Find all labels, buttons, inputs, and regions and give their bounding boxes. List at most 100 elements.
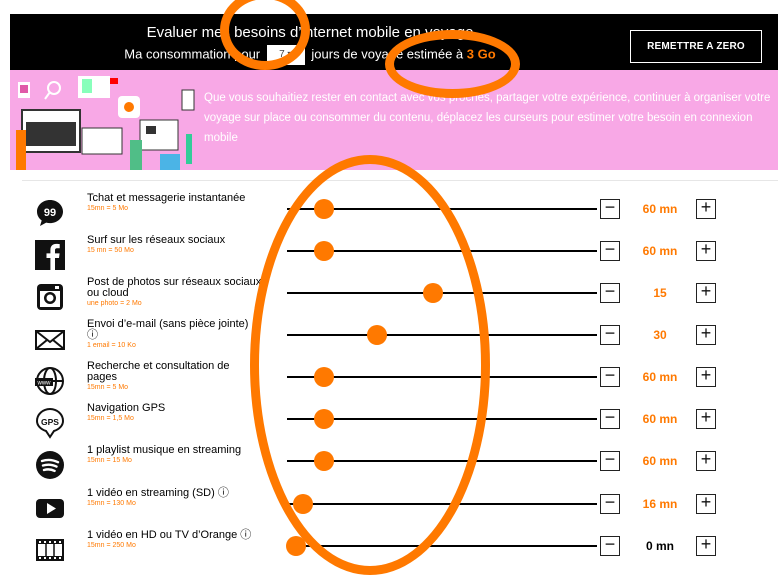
intro-text: Que vous souhaitiez rester en contact av…: [204, 92, 771, 144]
activity-title: Tchat et messagerie instantanée: [87, 192, 246, 204]
usage-slider-handle[interactable]: [314, 241, 335, 261]
activity-rate: 15mn = 1,5 Mo: [87, 415, 134, 422]
decrease-button[interactable]: −: [600, 450, 620, 471]
increase-button[interactable]: +: [696, 198, 716, 219]
activity-title: 1 vidéo en HD ou TV d’Orange ⓘ: [87, 529, 252, 541]
usage-slider-handle[interactable]: [314, 367, 335, 387]
activity-rate: une photo = 2 Mo: [87, 300, 142, 307]
activity-row: 1 playlist musique en streaming 15mn = 15…: [22, 441, 778, 481]
gps-icon: GPS: [34, 407, 66, 439]
usage-value: 15: [653, 286, 667, 300]
usage-slider-track[interactable]: [287, 545, 597, 547]
days-value: 7: [279, 49, 285, 60]
activity-label: Post de photos sur réseaux sociaux ou cl…: [87, 277, 262, 308]
decrease-button[interactable]: −: [600, 240, 620, 261]
activity-row: Envoi d’e-mail (sans pièce jointe) ⓘ 1 em…: [22, 315, 778, 355]
decrease-button[interactable]: −: [600, 493, 620, 514]
spotify-icon: [34, 449, 66, 481]
activity-title: 1 playlist musique en streaming: [87, 444, 242, 456]
activity-label: Recherche et consultation de pages 15mn =…: [87, 361, 262, 392]
devices-illustration: [16, 76, 195, 170]
usage-slider-handle[interactable]: [314, 199, 335, 219]
activity-list: 99 Tchat et messagerie instantanée 15mn = …: [22, 180, 778, 578]
activity-label: Envoi d’e-mail (sans pièce jointe) ⓘ 1 em…: [87, 319, 262, 350]
activity-rate: 15mn = 5 Mo: [87, 205, 129, 212]
decrease-button[interactable]: −: [600, 324, 620, 345]
facebook-icon: [34, 239, 66, 271]
increase-button[interactable]: +: [696, 240, 716, 261]
summary-prefix: Ma consommation pour: [124, 46, 261, 62]
activity-title: Envoi d’e-mail (sans pièce jointe) ⓘ: [87, 318, 249, 341]
activity-rate: 15mn = 5 Mo: [87, 384, 129, 391]
usage-value: 60 mn: [642, 370, 678, 384]
activity-rate: 15 mn = 50 Mo: [87, 247, 134, 254]
activity-row: Surf sur les réseaux sociaux 15 mn = 50 M…: [22, 231, 778, 271]
svg-text:www: www: [37, 381, 52, 387]
youtube-play-icon: [34, 492, 66, 524]
increase-button[interactable]: +: [696, 282, 716, 303]
calculator-header: Evaluer mes besoins d’internet mobile en…: [10, 14, 778, 70]
days-select[interactable]: 7 ▾: [266, 45, 305, 65]
activity-label: 1 vidéo en streaming (SD) ⓘ 15mn = 130 Mo: [87, 488, 262, 508]
usage-slider-handle[interactable]: [366, 325, 387, 345]
increase-button[interactable]: +: [696, 408, 716, 429]
usage-slider-handle[interactable]: [292, 494, 313, 514]
usage-slider-handle[interactable]: [314, 409, 335, 429]
activity-row: Post de photos sur réseaux sociaux ou cl…: [22, 273, 778, 313]
activity-label: 1 vidéo en HD ou TV d’Orange ⓘ 15mn = 250…: [87, 530, 262, 550]
usage-slider-track[interactable]: [287, 334, 597, 336]
activity-title: Navigation GPS: [87, 402, 166, 414]
usage-value: 30: [653, 328, 667, 342]
film-icon: [34, 534, 66, 566]
decrease-button[interactable]: −: [600, 198, 620, 219]
usage-value: 16 mn: [642, 497, 678, 511]
activity-row: GPS Navigation GPS 15mn = 1,5 Mo − 60 mn +: [22, 399, 778, 439]
total-estimate: 3 Go: [466, 46, 496, 62]
decrease-button[interactable]: −: [600, 535, 620, 556]
activity-row: 1 vidéo en streaming (SD) ⓘ 15mn = 130 Mo…: [22, 484, 778, 524]
activity-rate: 15mn = 250 Mo: [87, 542, 136, 549]
activity-row: www Recherche et consultation de pages 15m…: [22, 357, 778, 397]
activity-title: Surf sur les réseaux sociaux: [87, 234, 226, 246]
activity-label: Tchat et messagerie instantanée 15mn = 5 …: [87, 193, 262, 213]
increase-button[interactable]: +: [696, 535, 716, 556]
activity-row: 1 vidéo en HD ou TV d’Orange ⓘ 15mn = 250…: [22, 526, 778, 566]
activity-label: 1 playlist musique en streaming 15mn = 15…: [87, 445, 262, 465]
activity-label: Surf sur les réseaux sociaux 15 mn = 50 M…: [87, 235, 262, 255]
activity-rate: 15mn = 130 Mo: [87, 500, 136, 507]
envelope-icon: [34, 323, 66, 355]
reset-button[interactable]: REMETTRE A ZERO: [630, 30, 762, 63]
activity-row: 99 Tchat et messagerie instantanée 15mn = …: [22, 189, 778, 229]
consumption-summary: Ma consommation pour 7 ▾ jours de voyage…: [10, 45, 610, 65]
svg-text:99: 99: [44, 207, 56, 219]
decrease-button[interactable]: −: [600, 366, 620, 387]
increase-button[interactable]: +: [696, 493, 716, 514]
increase-button[interactable]: +: [696, 366, 716, 387]
activity-title: Post de photos sur réseaux sociaux ou cl…: [87, 276, 262, 299]
svg-text:GPS: GPS: [41, 417, 59, 427]
usage-value: 0 mn: [645, 539, 674, 553]
activity-rate: 15mn = 15 Mo: [87, 457, 132, 464]
decrease-button[interactable]: −: [600, 408, 620, 429]
usage-value: 60 mn: [642, 202, 678, 216]
increase-button[interactable]: +: [696, 450, 716, 471]
activity-rate: 1 email = 10 Ko: [87, 342, 136, 349]
usage-value: 60 mn: [642, 412, 678, 426]
usage-slider-track[interactable]: [287, 503, 597, 505]
globe-www-icon: www: [34, 365, 66, 397]
decrease-button[interactable]: −: [600, 282, 620, 303]
usage-slider-handle[interactable]: [286, 536, 307, 556]
activity-label: Navigation GPS 15mn = 1,5 Mo: [87, 403, 262, 423]
usage-slider-handle[interactable]: [314, 451, 335, 471]
header-title: Evaluer mes besoins d’internet mobile en…: [146, 24, 474, 41]
usage-value: 60 mn: [642, 244, 678, 258]
chat-bubble-icon: 99: [34, 197, 66, 229]
intro-banner: Que vous souhaitiez rester en contact av…: [10, 70, 778, 170]
activity-title: Recherche et consultation de pages: [87, 360, 230, 383]
summary-middle: jours de voyage estimée à: [311, 46, 464, 62]
increase-button[interactable]: +: [696, 324, 716, 345]
instagram-icon: [34, 281, 66, 313]
usage-slider-handle[interactable]: [422, 283, 443, 303]
activity-title: 1 vidéo en streaming (SD) ⓘ: [87, 487, 229, 499]
usage-value: 60 mn: [642, 454, 678, 468]
